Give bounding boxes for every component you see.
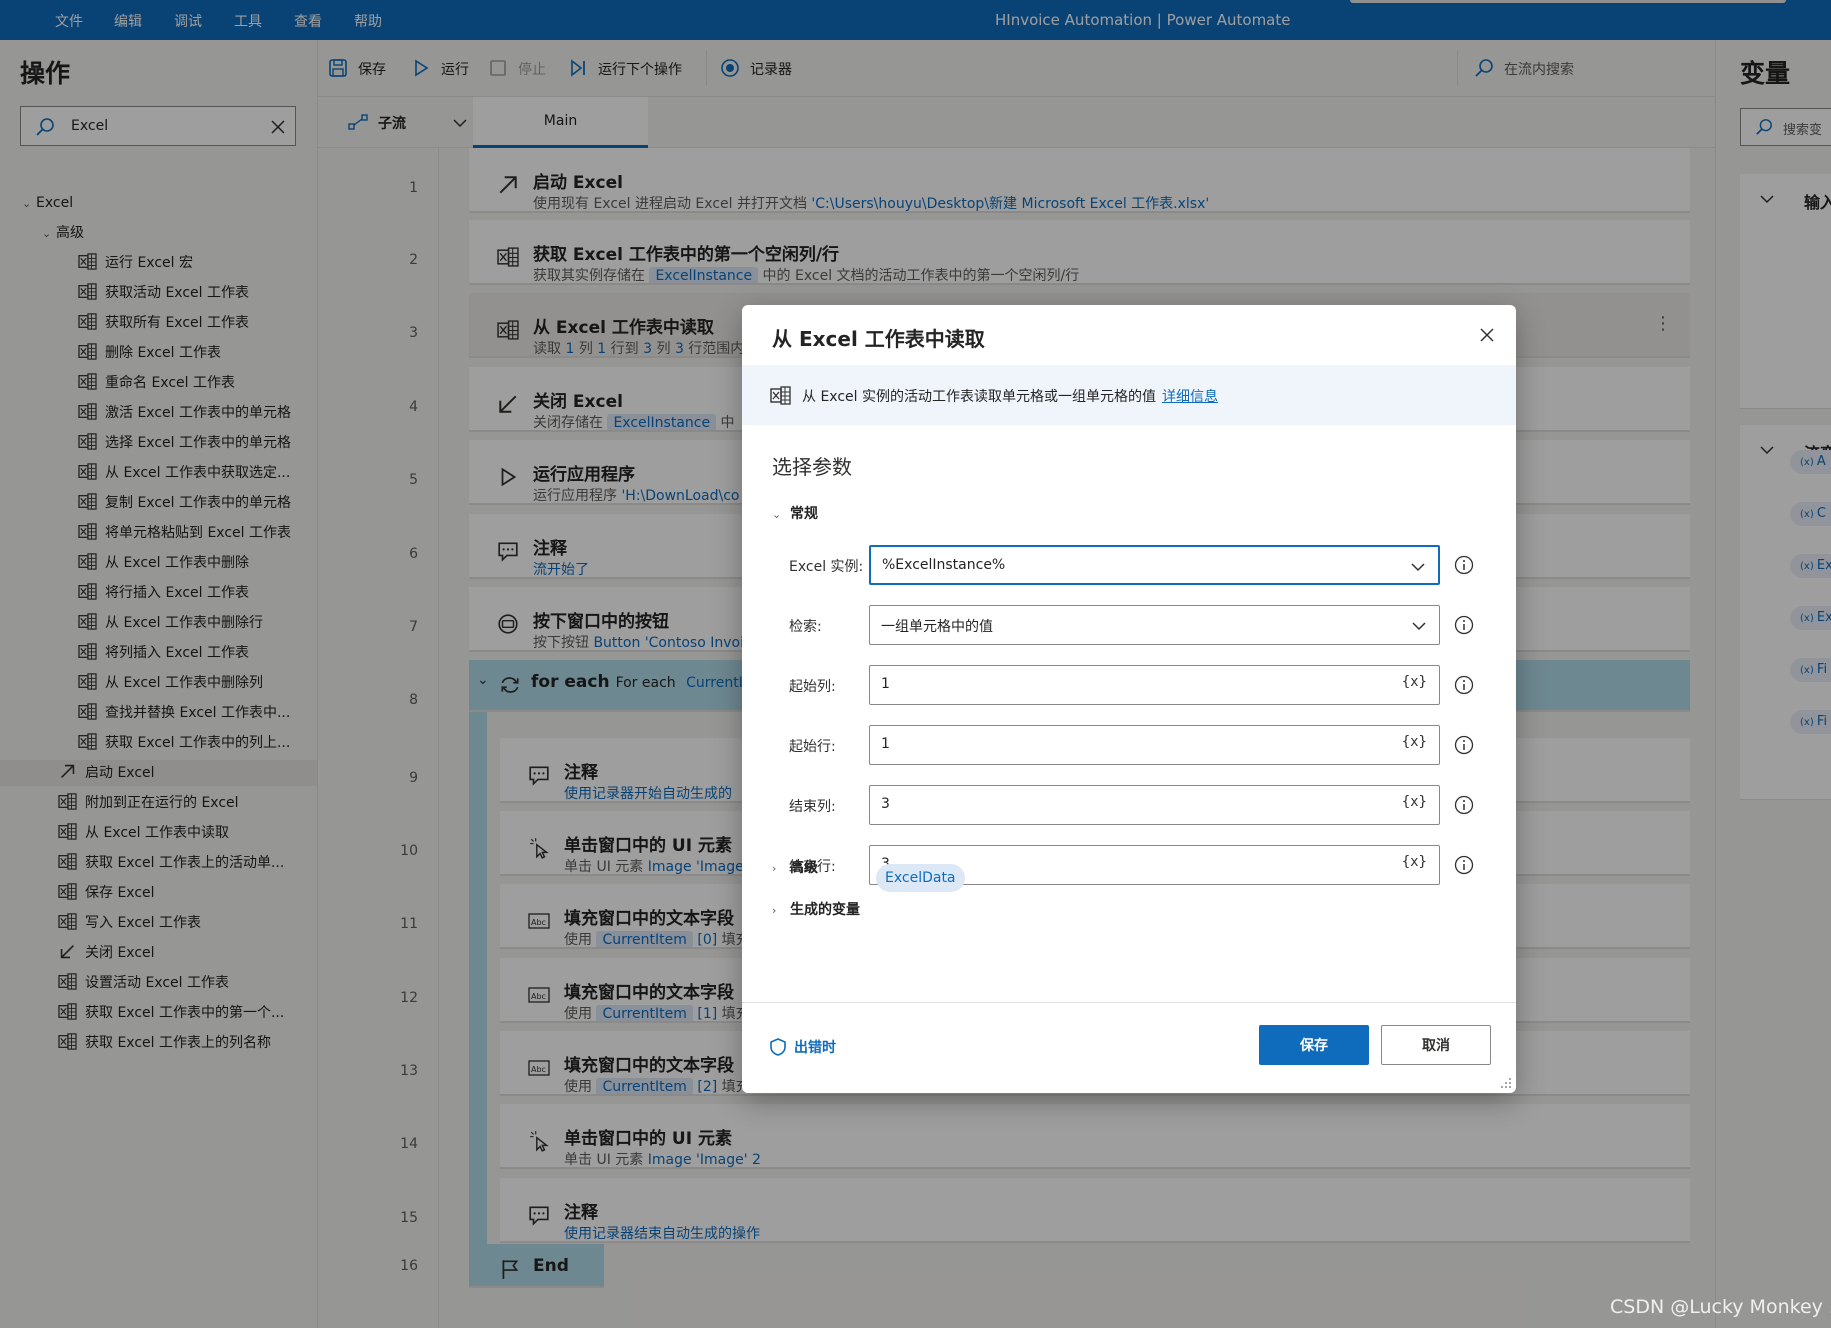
advanced-section-label: 高级: [790, 860, 818, 876]
dialog-info-text: 从 Excel 实例的活动工作表读取单元格或一组单元格的值: [802, 389, 1156, 405]
parameter-dropdown[interactable]: 一组单元格中的值: [869, 605, 1440, 645]
general-section-toggle[interactable]: ⌄ 常规: [772, 503, 818, 523]
field-value: 1: [881, 736, 890, 752]
dialog-save-button[interactable]: 保存: [1259, 1025, 1369, 1065]
parameter-input[interactable]: 1 {x}: [869, 665, 1440, 705]
field-label: 检索:: [789, 619, 822, 635]
insert-variable-button[interactable]: {x}: [1402, 854, 1427, 870]
close-icon[interactable]: [1477, 325, 1497, 345]
excel-icon: [770, 386, 791, 405]
chevron-down-icon[interactable]: [1410, 559, 1426, 575]
dialog-cancel-button[interactable]: 取消: [1381, 1025, 1491, 1065]
field-value: %ExcelInstance%: [882, 557, 1006, 573]
info-icon[interactable]: [1454, 675, 1474, 695]
field-label: 起始行:: [789, 739, 836, 755]
generated-variables-label: 生成的变量: [790, 902, 860, 918]
info-icon[interactable]: [1454, 555, 1474, 575]
chevron-down-icon[interactable]: [1411, 618, 1427, 634]
field-value: 1: [881, 676, 890, 692]
select-parameters-heading: 选择参数: [772, 455, 852, 479]
insert-variable-button[interactable]: {x}: [1402, 674, 1427, 690]
general-section-label: 常规: [790, 506, 818, 522]
generated-variables-toggle[interactable]: › 生成的变量: [772, 899, 860, 919]
parameter-input[interactable]: 3 {x}: [869, 785, 1440, 825]
chevron-down-icon: ⌄: [772, 508, 782, 521]
chevron-right-icon: ›: [772, 862, 777, 875]
info-icon[interactable]: [1454, 615, 1474, 635]
dialog-info-banner: 从 Excel 实例的活动工作表读取单元格或一组单元格的值 详细信息: [742, 365, 1516, 425]
field-value: 3: [881, 796, 890, 812]
advanced-section-toggle[interactable]: › 高级: [772, 857, 818, 877]
dialog-title: 从 Excel 工作表中读取: [772, 327, 985, 351]
insert-variable-button[interactable]: {x}: [1402, 734, 1427, 750]
field-label: 结束列:: [789, 799, 836, 815]
on-error-label: 出错时: [794, 1040, 836, 1056]
info-icon[interactable]: [1454, 855, 1474, 875]
more-info-link[interactable]: 详细信息: [1162, 389, 1218, 405]
field-value: 一组单元格中的值: [881, 619, 993, 635]
info-icon[interactable]: [1454, 735, 1474, 755]
on-error-button[interactable]: 出错时: [768, 1037, 836, 1057]
excel-data-variable-pill[interactable]: ExcelData: [876, 864, 965, 892]
parameter-input[interactable]: 1 {x}: [869, 725, 1440, 765]
chevron-right-icon: ›: [772, 904, 777, 917]
field-label: 起始列:: [789, 679, 836, 695]
watermark: CSDN @Lucky Monkey .: [1610, 1296, 1831, 1318]
dialog-footer-divider: [742, 1002, 1516, 1003]
field-label: Excel 实例:: [789, 559, 864, 575]
insert-variable-button[interactable]: {x}: [1402, 794, 1427, 810]
shield-icon: [768, 1037, 788, 1057]
read-excel-dialog: 从 Excel 工作表中读取 从 Excel 实例的活动工作表读取单元格或一组单…: [742, 305, 1516, 1093]
resize-grip-icon[interactable]: [1500, 1077, 1512, 1089]
parameter-dropdown[interactable]: %ExcelInstance%: [869, 545, 1440, 585]
info-icon[interactable]: [1454, 795, 1474, 815]
